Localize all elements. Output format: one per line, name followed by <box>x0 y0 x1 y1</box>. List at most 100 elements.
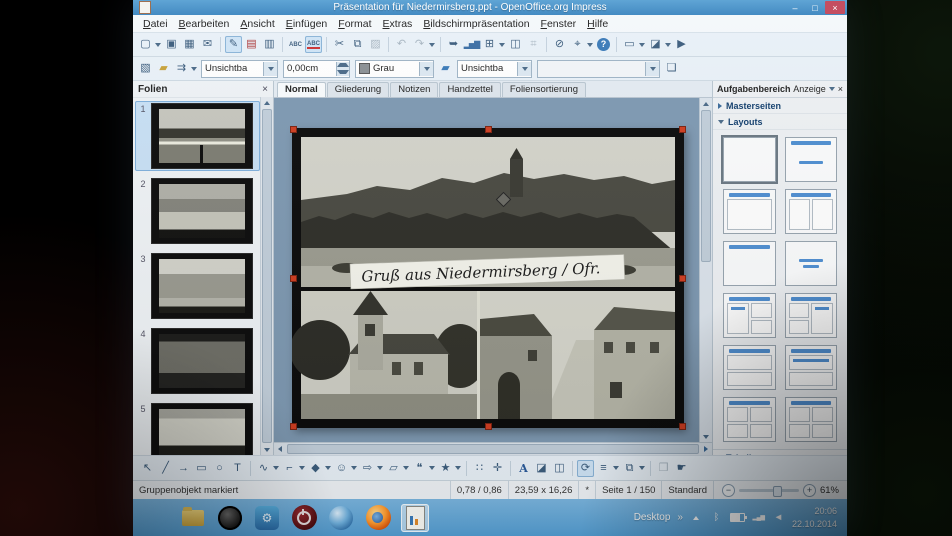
hscroll-thumb[interactable] <box>287 444 699 454</box>
ellipse-icon[interactable]: ○ <box>211 460 228 477</box>
fill-type-select[interactable]: Unsichtba <box>457 60 532 78</box>
zoom-pan-icon[interactable]: ⊘ <box>551 36 568 53</box>
email-icon[interactable]: ✉ <box>199 36 216 53</box>
taskbar-browser-app[interactable] <box>327 504 355 532</box>
slide-design-icon[interactable]: ◪ <box>647 36 664 53</box>
open-document-icon[interactable]: ▣ <box>163 36 180 53</box>
scroll-thumb[interactable] <box>262 109 272 443</box>
new-document-dropdown[interactable] <box>155 43 161 47</box>
layout-title-only[interactable] <box>723 241 776 286</box>
basic-shapes-icon[interactable]: ◆ <box>307 460 324 477</box>
callouts-icon[interactable]: ❝ <box>411 460 428 477</box>
volume-icon[interactable]: ◄ <box>772 511 785 525</box>
text-icon[interactable]: T <box>229 460 246 477</box>
selection-handle-ml[interactable] <box>290 275 297 282</box>
grid-icon[interactable]: ⌗ <box>525 36 542 53</box>
align-dropdown[interactable] <box>613 466 619 470</box>
slides-panel-close-icon[interactable]: × <box>262 84 268 95</box>
symbol-shapes-icon[interactable]: ☺ <box>333 460 350 477</box>
selection-handle-mr[interactable] <box>679 275 686 282</box>
redo-icon[interactable]: ↷ <box>411 36 428 53</box>
help-icon[interactable]: ? <box>597 38 610 51</box>
glue-points-icon[interactable]: ✛ <box>489 460 506 477</box>
network-icon[interactable]: ▂▄▆ <box>752 511 765 525</box>
layout-centered-text[interactable] <box>785 241 838 286</box>
menu-format[interactable]: Format <box>333 17 376 31</box>
taskbar-clock[interactable]: 20:06 22.10.2014 <box>792 505 837 529</box>
maximize-button[interactable]: □ <box>805 1 825 14</box>
fill-type-dropdown[interactable] <box>517 62 531 76</box>
vscroll-thumb[interactable] <box>701 110 711 262</box>
layout-title-2cols[interactable] <box>785 189 838 234</box>
layout-title-2content-left[interactable] <box>723 293 776 338</box>
new-document-icon[interactable]: ▢ <box>137 36 154 53</box>
print-icon[interactable]: ▥ <box>261 36 278 53</box>
line-arrow-icon[interactable]: → <box>175 460 192 477</box>
save-icon[interactable]: ▦ <box>181 36 198 53</box>
menu-fenster[interactable]: Fenster <box>536 17 582 31</box>
align-icon[interactable]: ≡ <box>595 460 612 477</box>
rotate-icon[interactable]: ⟳ <box>577 460 594 477</box>
hyperlink-icon[interactable]: ➥ <box>445 36 462 53</box>
paste-icon[interactable]: ▨ <box>367 36 384 53</box>
bluetooth-icon[interactable]: ᛒ <box>710 511 723 525</box>
taskbar-power-app[interactable] <box>290 504 318 532</box>
selection-handle-tr[interactable] <box>679 126 686 133</box>
line-color-select[interactable]: Grau <box>355 60 434 78</box>
slide-thumbnail-4[interactable]: 4 <box>135 326 260 396</box>
zoom-icon[interactable]: ⌖ <box>569 36 586 53</box>
edit-file-icon[interactable]: ✎ <box>225 36 242 53</box>
flowchart-dropdown[interactable] <box>403 466 409 470</box>
spellcheck-icon[interactable]: ABC <box>287 36 304 53</box>
width-down-icon[interactable] <box>337 69 349 76</box>
page-indicator[interactable]: Seite 1 / 150 <box>596 481 662 499</box>
task-pane-view-label[interactable]: Anzeige <box>793 84 826 94</box>
layout-title-4content[interactable] <box>723 397 776 442</box>
basic-shapes-dropdown[interactable] <box>325 466 331 470</box>
auto-spellcheck-icon[interactable]: ABC <box>305 36 322 53</box>
new-slide-icon[interactable]: ▭ <box>621 36 638 53</box>
rectangle-icon[interactable]: ▭ <box>193 460 210 477</box>
scroll-down-icon[interactable] <box>261 444 273 455</box>
shadow-icon[interactable]: ❏ <box>663 60 680 77</box>
taskbar-impress-app[interactable] <box>401 504 429 532</box>
layout-blank[interactable] <box>723 137 776 182</box>
width-up-icon[interactable] <box>337 62 349 69</box>
battery-icon[interactable] <box>730 511 745 525</box>
taskbar-folder-app[interactable] <box>179 504 207 532</box>
slide-design-dropdown[interactable] <box>665 43 671 47</box>
fill-detail-dropdown[interactable] <box>645 62 659 76</box>
menu-bearbeiten[interactable]: Bearbeiten <box>174 17 235 31</box>
chart-icon[interactable]: ▂▅▇ <box>463 36 480 53</box>
object-size[interactable]: 23,59 x 16,26 <box>509 481 580 499</box>
layout-title-2rows-lined[interactable] <box>785 345 838 390</box>
copy-icon[interactable]: ⧉ <box>349 36 366 53</box>
gallery-icon[interactable]: ◫ <box>507 36 524 53</box>
line-dialog-icon[interactable]: ▰ <box>155 60 172 77</box>
layout-title-2content-right[interactable] <box>785 293 838 338</box>
zoom-out-icon[interactable]: − <box>722 484 735 497</box>
slide-canvas[interactable]: Gruß aus Niedermirsberg / Ofr. <box>274 98 699 442</box>
postcard-image-group[interactable]: Gruß aus Niedermirsberg / Ofr. <box>292 128 684 428</box>
slide-thumbnail-5[interactable]: 5 <box>135 401 260 455</box>
connector-icon[interactable]: ⌐ <box>281 460 298 477</box>
new-slide-dropdown[interactable] <box>639 43 645 47</box>
gallery-icon[interactable]: ◫ <box>551 460 568 477</box>
taskbar-firefox-app[interactable] <box>364 504 392 532</box>
hscroll-right-icon[interactable] <box>700 443 712 455</box>
slide-thumbnail-2[interactable]: 2 <box>135 176 260 246</box>
area-style-icon[interactable]: ▰ <box>437 60 454 77</box>
fontwork-icon[interactable]: A <box>515 460 532 477</box>
tab-gliederung[interactable]: Gliederung <box>327 82 389 97</box>
arrowheads-icon[interactable]: ⇉ <box>173 60 190 77</box>
layout-title-box[interactable] <box>723 189 776 234</box>
menu-extras[interactable]: Extras <box>378 17 418 31</box>
layout-title-2rows[interactable] <box>723 345 776 390</box>
stars-dropdown[interactable] <box>455 466 461 470</box>
layout-title-content[interactable] <box>785 137 838 182</box>
selection-handle-bl[interactable] <box>290 423 297 430</box>
hscroll-left-icon[interactable] <box>274 443 286 455</box>
callouts-dropdown[interactable] <box>429 466 435 470</box>
extrusion-icon[interactable]: ❒ <box>655 460 672 477</box>
arrowheads-dropdown[interactable] <box>191 67 197 71</box>
